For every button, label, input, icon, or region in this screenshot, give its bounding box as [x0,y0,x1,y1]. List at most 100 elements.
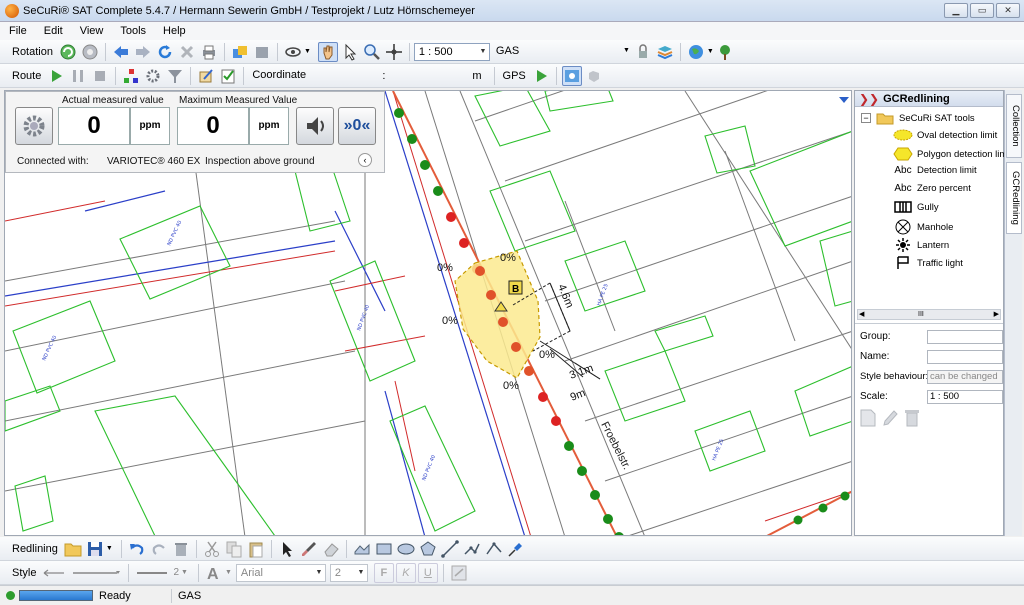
panel-scrollbar[interactable]: ◀ III ▶ [857,309,1001,320]
new-item-icon[interactable] [860,409,876,430]
trash-icon[interactable] [171,539,191,559]
rotate-right-icon[interactable] [80,42,100,62]
zero-reset-button[interactable]: »0« [338,107,376,145]
collapse-tree-icon[interactable]: − [861,113,871,123]
draw-polyline-icon[interactable] [462,539,482,559]
layer-select[interactable]: GAS ▼ [492,43,632,61]
line-width-value[interactable]: 2 [173,567,179,578]
map-marker-b[interactable]: B [512,284,519,295]
refresh-icon[interactable] [155,42,175,62]
route-stop-icon[interactable] [90,66,110,86]
scale-combo[interactable]: 1 : 500 ▼ [413,42,490,61]
forward-arrow-icon[interactable] [133,42,153,62]
text-color-dropdown-icon[interactable]: ▼ [225,569,232,576]
cube-icon[interactable] [252,42,272,62]
gps-map-icon[interactable] [561,65,582,86]
group-field[interactable] [927,330,1003,344]
menu-tools[interactable]: Tools [111,22,154,40]
draw-connected-line-icon[interactable] [484,539,504,559]
close-window-button[interactable]: ✕ [996,3,1020,18]
globe-dropdown-icon[interactable]: ▼ [707,48,714,55]
zoom-icon[interactable] [362,42,382,62]
pan-hand-icon[interactable] [317,41,338,62]
text-color-icon[interactable]: A [204,563,224,583]
stack-layers-icon[interactable] [655,42,675,62]
tree-item-oval[interactable]: Oval detection limit [893,129,997,141]
menu-help[interactable]: Help [154,22,194,40]
delete-item-icon[interactable] [904,409,920,430]
redo-icon[interactable] [149,539,169,559]
collapse-icon[interactable]: ‹ [358,153,372,167]
route-play-icon[interactable] [46,66,66,86]
save-icon[interactable] [85,539,105,559]
maximize-button[interactable]: ▭ [970,3,994,18]
gps-hand-icon[interactable] [584,66,604,86]
lock-icon[interactable] [633,42,653,62]
italic-button[interactable]: K [395,562,416,583]
route-pause-icon[interactable] [68,66,88,86]
network-icon[interactable] [121,66,141,86]
tree-root[interactable]: − SeCuRi SAT tools [861,111,975,125]
tree-item-traffic-light[interactable]: Traffic light [893,255,963,271]
view-options-icon[interactable] [283,42,303,62]
minimize-button[interactable]: ▁ [944,3,968,18]
draw-rectangle-icon[interactable] [374,539,394,559]
funnel-icon[interactable] [165,66,185,86]
back-arrow-icon[interactable] [111,42,131,62]
pointer-icon[interactable] [277,539,297,559]
speaker-button[interactable] [296,107,334,145]
name-field[interactable] [927,350,1003,364]
settings-gear-button[interactable] [15,107,53,145]
line-style-icon[interactable] [69,563,123,583]
tree-item-polygon[interactable]: Polygon detection limit [893,147,1012,161]
draw-freehand-icon[interactable] [352,539,372,559]
pin-icon[interactable] [506,539,526,559]
tree-item-gully[interactable]: Gully [893,201,939,213]
menu-edit[interactable]: Edit [35,22,71,40]
checklist-icon[interactable] [218,66,238,86]
font-size-combo[interactable]: 2 ▼ [329,563,368,582]
tree-icon[interactable] [715,42,735,62]
tree-item-zero-percent[interactable]: Abc Zero percent [893,183,971,194]
layers-icon[interactable] [230,42,250,62]
draw-line-icon[interactable] [440,539,460,559]
tab-gcredlining[interactable]: GCRedlining [1006,162,1022,234]
brush-icon[interactable] [299,539,319,559]
underline-button[interactable]: U [417,562,438,583]
draw-polygon-icon[interactable] [418,539,438,559]
copy-icon[interactable] [224,539,244,559]
tab-collection[interactable]: Collection [1006,94,1022,158]
scale-field[interactable]: 1 : 500 [927,390,1003,404]
rotate-left-icon[interactable] [58,42,78,62]
crosshair-icon[interactable] [384,42,404,62]
save-dropdown-icon[interactable]: ▼ [106,545,113,552]
menu-view[interactable]: View [71,22,112,40]
gears-icon[interactable] [143,66,163,86]
paste-icon[interactable] [246,539,266,559]
font-combo[interactable]: Arial ▼ [235,563,326,582]
view-options-dropdown-icon[interactable]: ▼ [304,48,311,55]
open-folder-icon[interactable] [63,539,83,559]
tree-item-detection-limit[interactable]: Abc Detection limit [893,165,976,176]
scroll-thumb[interactable]: III [918,310,924,319]
line-width-icon[interactable] [134,563,170,583]
menu-file[interactable]: File [0,22,35,40]
edit-item-icon[interactable] [882,409,898,430]
undo-icon[interactable] [127,539,147,559]
style-behaviour-field[interactable]: can be changed [927,370,1003,384]
cut-icon[interactable] [202,539,222,559]
scroll-right-icon[interactable]: ▶ [994,310,999,319]
draw-ellipse-icon[interactable] [396,539,416,559]
gps-play-icon[interactable] [531,66,551,86]
tree-item-lantern[interactable]: Lantern [893,237,949,253]
print-icon[interactable] [199,42,219,62]
delete-icon[interactable] [177,42,197,62]
line-width-dropdown-icon[interactable]: ▼ [181,569,188,576]
tree-item-manhole[interactable]: Manhole [893,219,953,235]
scroll-left-icon[interactable]: ◀ [859,310,864,319]
eraser-icon[interactable] [321,539,341,559]
select-arrow-icon[interactable] [340,42,360,62]
edit-object-icon[interactable] [196,66,216,86]
bold-button[interactable]: F [373,562,394,583]
globe-icon[interactable] [686,42,706,62]
